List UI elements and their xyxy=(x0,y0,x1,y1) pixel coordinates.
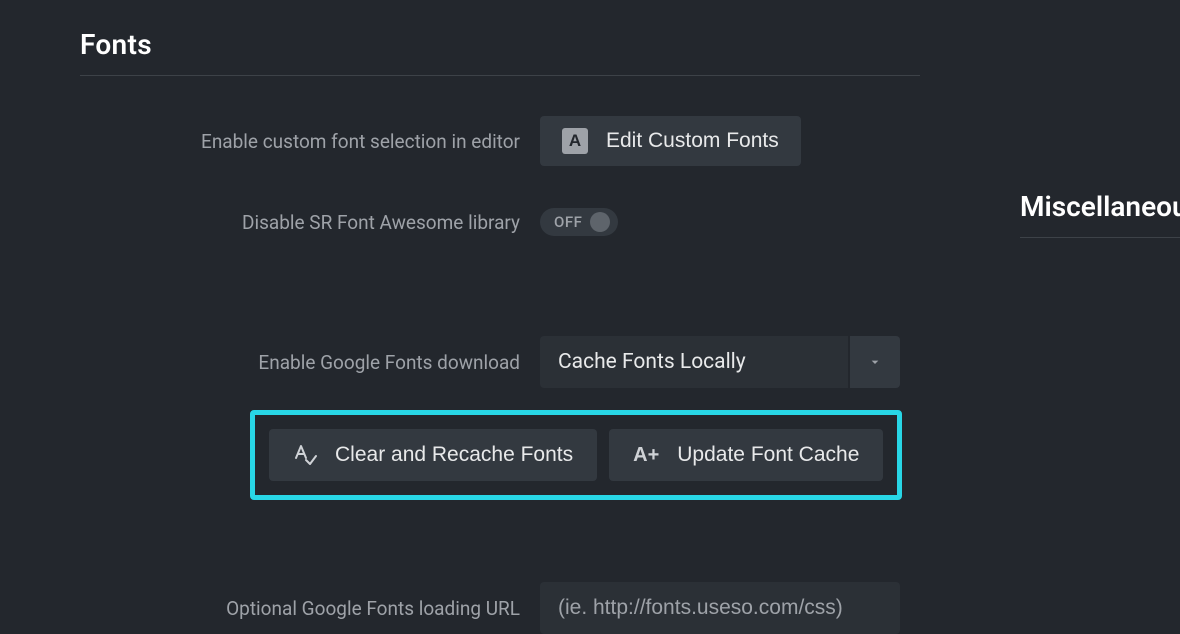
cache-actions-highlight: Clear and Recache Fonts A+ Update Font C… xyxy=(250,410,902,500)
select-chevron[interactable] xyxy=(850,336,900,388)
select-google-fonts-mode[interactable]: Cache Fonts Locally xyxy=(540,336,900,388)
edit-custom-fonts-label: Edit Custom Fonts xyxy=(606,129,779,153)
fonts-settings-panel: Fonts Enable custom font selection in ed… xyxy=(0,0,920,634)
update-cache-label: Update Font Cache xyxy=(677,443,859,467)
loading-url-input[interactable] xyxy=(540,582,900,634)
font-a-icon: A xyxy=(562,128,588,154)
chevron-down-icon xyxy=(867,354,883,370)
row-loading-url: Optional Google Fonts loading URL xyxy=(80,582,920,634)
edit-custom-fonts-button[interactable]: A Edit Custom Fonts xyxy=(540,116,801,166)
row-google-fonts-download: Enable Google Fonts download Cache Fonts… xyxy=(80,336,920,388)
row-custom-font-selection: Enable custom font selection in editor A… xyxy=(80,116,920,166)
label-loading-url: Optional Google Fonts loading URL xyxy=(80,597,540,620)
font-check-icon xyxy=(293,443,317,467)
miscellaneous-section: Miscellaneous xyxy=(1020,190,1180,238)
label-disable-sr-fa: Disable SR Font Awesome library xyxy=(80,211,540,234)
select-selected-value[interactable]: Cache Fonts Locally xyxy=(540,336,848,388)
clear-recache-label: Clear and Recache Fonts xyxy=(335,443,573,467)
section-title: Fonts xyxy=(80,28,920,61)
label-custom-font: Enable custom font selection in editor xyxy=(80,130,540,153)
miscellaneous-title: Miscellaneous xyxy=(1020,190,1180,223)
clear-recache-fonts-button[interactable]: Clear and Recache Fonts xyxy=(269,429,597,481)
miscellaneous-divider xyxy=(1020,237,1180,238)
update-font-cache-button[interactable]: A+ Update Font Cache xyxy=(609,429,883,481)
section-divider xyxy=(80,75,920,76)
toggle-off-label: OFF xyxy=(554,213,582,231)
font-plus-icon: A+ xyxy=(633,443,659,467)
row-disable-sr-fa: Disable SR Font Awesome library OFF xyxy=(80,208,920,236)
label-google-fonts-download: Enable Google Fonts download xyxy=(80,351,540,374)
toggle-disable-sr-fa[interactable]: OFF xyxy=(540,208,618,236)
toggle-knob xyxy=(590,212,610,232)
